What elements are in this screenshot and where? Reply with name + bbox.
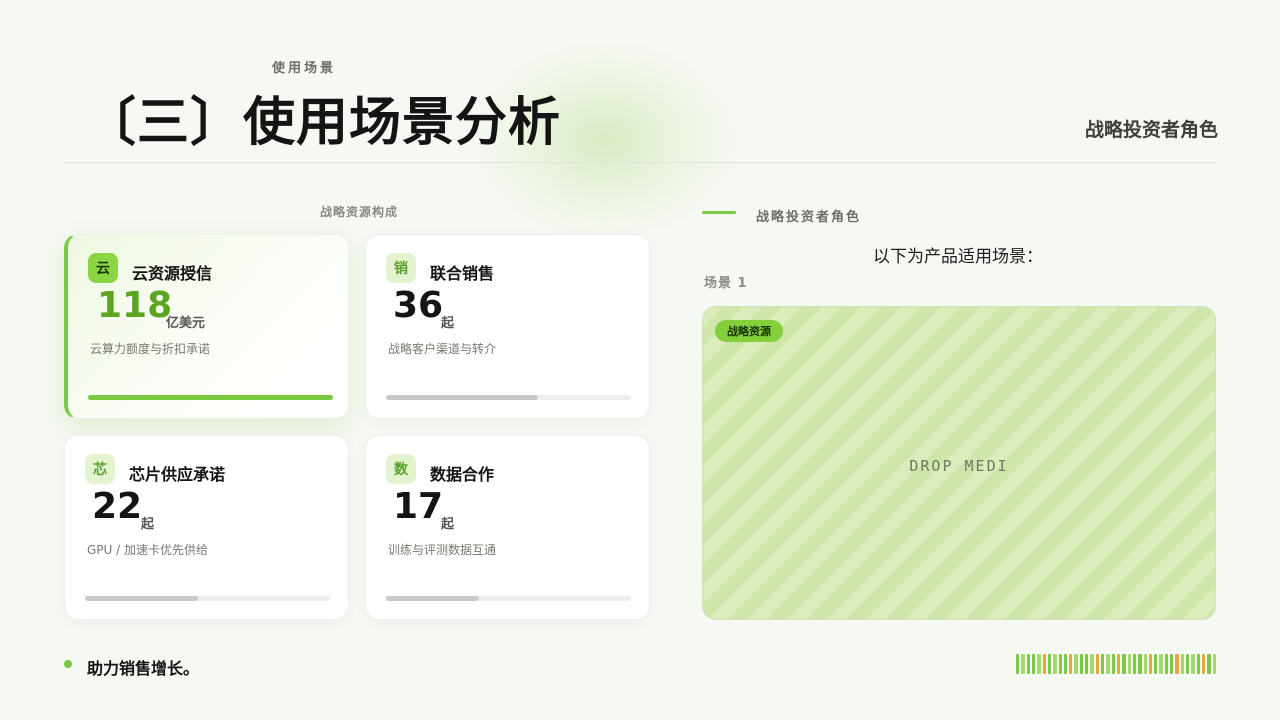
card-title: 云资源授信 [132,264,213,283]
card-chip-supply[interactable]: 芯 芯片供应承诺 22 起 GPU / 加速卡优先供给 [64,435,349,620]
card-unit: 起 [441,316,455,331]
stripe [1106,654,1110,674]
stripe [1212,654,1216,674]
card-unit: 起 [441,517,455,532]
card-joint-sales[interactable]: 销 联合销售 36 起 战略客户渠道与转介 [365,234,650,419]
media-drop-zone[interactable]: 战略资源 DROP MEDI [702,306,1216,620]
progress-fill [386,596,480,601]
stripe [1180,654,1184,674]
card-unit: 亿美元 [166,316,206,331]
stripe [1095,654,1099,674]
stripe [1037,654,1041,674]
footer-text: 助力销售增长。 [87,659,200,678]
card-value: 36 [393,285,444,326]
stripe [1186,654,1190,674]
stripe [1031,654,1036,674]
progress-track [85,596,330,601]
section-label: 战略资源构成 [320,205,399,219]
chip-icon: 芯 [85,454,115,484]
data-icon: 数 [386,454,416,484]
stripe [1079,654,1084,674]
stripe [1074,654,1078,674]
media-placeholder-text: DROP MEDI [909,457,1009,475]
card-value: 17 [393,486,444,527]
stripe [1122,654,1126,674]
progress-fill [88,395,333,400]
right-heading: 以下为产品适用场景： [873,247,1043,267]
right-section-label: 战略投资者角色 [756,210,862,225]
card-value: 22 [92,486,143,527]
stripe [1148,654,1153,674]
card-title: 联合销售 [430,264,495,283]
stripe [1201,654,1206,674]
cloud-icon: 云 [88,253,118,283]
card-data-cooperation[interactable]: 数 数据合作 17 起 训练与评测数据互通 [365,435,650,620]
card-title: 芯片供应承诺 [129,465,226,484]
stripe [1154,654,1158,674]
stripe [1138,654,1142,674]
card-title: 数据合作 [430,465,495,484]
card-unit: 起 [141,517,155,532]
stripe [1021,654,1025,674]
stripe [1143,654,1147,674]
stripe [1042,654,1046,674]
stripe [1159,654,1163,674]
right-accent-line [702,211,736,214]
stripe [1090,654,1094,674]
stripe [1047,654,1052,674]
stripe [1207,654,1211,674]
media-tag: 战略资源 [715,320,783,342]
card-description: 训练与评测数据互通 [388,543,497,557]
stripe [1116,654,1121,674]
page-eyebrow: 使用场景 [272,61,337,76]
stripe [1132,654,1137,674]
sales-icon: 销 [386,253,416,283]
decorative-stripes [1016,654,1216,674]
progress-track [88,395,333,400]
stripe [1069,654,1073,674]
card-description: 云算力额度与折扣承诺 [90,342,211,356]
stripe [1111,654,1115,674]
stripe [1085,654,1089,674]
stripe [1058,654,1062,674]
stripe [1101,654,1105,674]
stripe [1053,654,1057,674]
progress-track [386,596,631,601]
card-cloud-credit[interactable]: 云 云资源授信 118 亿美元 云算力额度与折扣承诺 [64,234,349,419]
header-right-title: 战略投资者角色 [1084,119,1218,141]
stripe [1164,654,1169,674]
page-title: 〔三〕使用场景分析 [84,93,562,153]
progress-fill [85,596,198,601]
stripe [1170,654,1174,674]
stripe [1175,654,1179,674]
stripe [1196,654,1200,674]
stripe [1063,654,1068,674]
card-description: 战略客户渠道与转介 [388,342,497,356]
progress-track [386,395,631,400]
card-value: 118 [97,285,173,326]
progress-fill [386,395,538,400]
bullet-dot [64,660,72,668]
header-divider [64,162,1216,163]
stripe [1016,654,1020,674]
stripe [1191,654,1195,674]
card-description: GPU / 加速卡优先供给 [87,543,208,557]
stripe [1026,654,1030,674]
scene-label: 场景 1 [704,276,748,291]
stripe [1127,654,1131,674]
